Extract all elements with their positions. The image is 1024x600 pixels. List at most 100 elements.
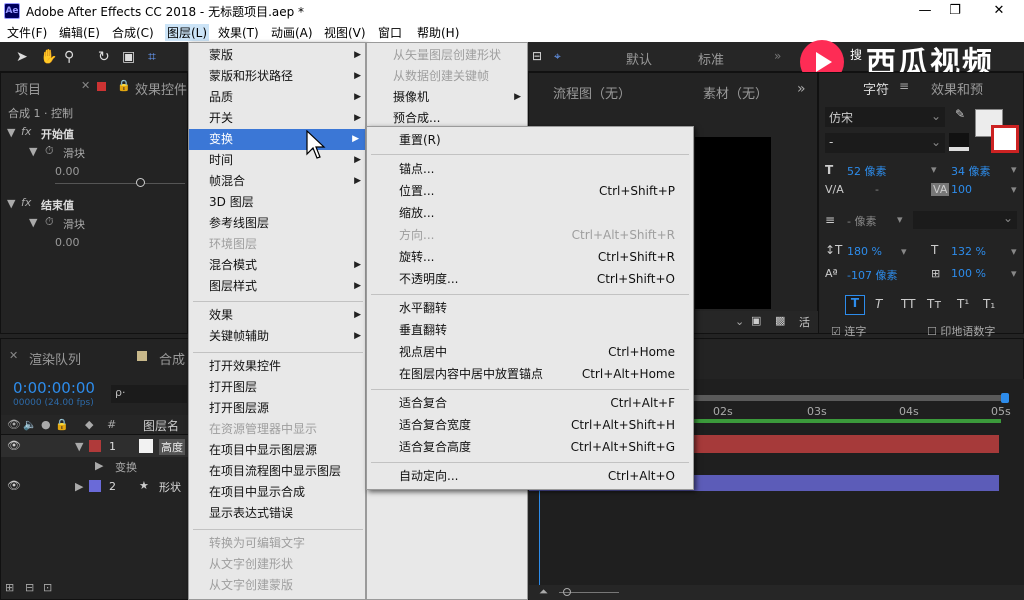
menu-item-transform[interactable]: 变换 ▶ — [189, 129, 365, 150]
tab-character[interactable]: 字符 — [863, 79, 889, 98]
stopwatch-icon[interactable]: ⏱ — [45, 144, 54, 158]
layer-row-1[interactable]: 👁 ▼ 1 高度 — [1, 435, 189, 457]
submenu-item-fit-to-comp-width[interactable]: 适合复合宽度 Ctrl+Alt+Shift+H — [367, 415, 693, 436]
kerning-value[interactable]: - — [875, 183, 879, 196]
submenu-item-fit-to-comp-height[interactable]: 适合复合高度 Ctrl+Alt+Shift+G — [367, 437, 693, 458]
stroke-mode-select[interactable]: ⌄ — [913, 211, 1017, 229]
expand-arrow-icon[interactable]: ▼ — [75, 440, 83, 453]
leading-value[interactable]: 34 像素 — [951, 163, 991, 179]
tab-flowchart[interactable]: 流程图（无） — [553, 83, 631, 102]
zoom-out-icon[interactable]: ⏶ — [539, 585, 548, 599]
menu-item-quality[interactable]: 品质 ▶ — [189, 87, 367, 108]
expand-arrow-icon[interactable]: ▶ — [95, 459, 103, 472]
submenu-item-flip-horizontal[interactable]: 水平翻转 — [367, 298, 693, 319]
slider-value[interactable]: 0.00 — [55, 165, 80, 178]
menu-edit[interactable]: 编辑(E) — [59, 24, 100, 41]
submenu-item-flip-vertical[interactable]: 垂直翻转 — [367, 320, 693, 341]
menu-item-open-effect-controls[interactable]: 打开效果控件 — [189, 356, 367, 377]
menu-item-mask[interactable]: 蒙版 ▶ — [189, 45, 367, 66]
fx-icon[interactable]: fx — [21, 196, 31, 209]
chevron-down-icon[interactable]: ▾ — [1011, 267, 1017, 280]
layer-label-color[interactable] — [89, 440, 101, 452]
grid-toggle-icon[interactable]: ▣ — [751, 314, 761, 327]
chevron-down-icon[interactable]: ▾ — [1011, 183, 1017, 196]
layer-name[interactable]: 形状 — [159, 479, 181, 495]
workspace-standard[interactable]: 标准 — [698, 49, 724, 68]
label-tag-icon[interactable]: ◆ — [85, 418, 93, 431]
menu-item-guide-layer[interactable]: 参考线图层 — [189, 213, 367, 234]
submenu-item-position[interactable]: 位置... Ctrl+Shift+P — [367, 181, 693, 202]
work-area-end-handle[interactable] — [1001, 393, 1009, 403]
menu-item-open-layer[interactable]: 打开图层 — [189, 377, 367, 398]
all-caps-button[interactable]: TT — [901, 297, 915, 311]
menu-item-reveal-source-in-project[interactable]: 在项目中显示图层源 — [189, 440, 367, 461]
eyedropper-icon[interactable]: ✎ — [955, 107, 965, 121]
lock-icon[interactable]: 🔒 — [55, 418, 69, 431]
expand-arrow-icon[interactable]: ▼ — [29, 145, 37, 158]
menu-item-mask-shape-path[interactable]: 蒙版和形状路径 ▶ — [189, 66, 367, 87]
menu-item-blending-mode[interactable]: 混合模式 ▶ — [189, 255, 367, 276]
menu-item-layer-styles[interactable]: 图层样式 ▶ — [189, 276, 367, 297]
expand-arrow-icon[interactable]: ▶ — [75, 480, 83, 493]
menu-item-3d-layer[interactable]: 3D 图层 — [189, 192, 367, 213]
menu-layer[interactable]: 图层(L) — [165, 24, 210, 41]
tab-effects-presets[interactable]: 效果和预 — [931, 79, 983, 98]
minimize-button[interactable]: — — [910, 2, 940, 20]
vertical-scale-value[interactable]: 180 % — [847, 245, 882, 258]
submenu-item-rotation[interactable]: 旋转... Ctrl+Shift+R — [367, 247, 693, 268]
chevron-down-icon[interactable]: ▾ — [1011, 245, 1017, 258]
workspace-more-icon[interactable]: » — [774, 49, 781, 63]
tsume-value[interactable]: 100 % — [951, 267, 986, 280]
subscript-button[interactable]: T₁ — [983, 297, 995, 311]
submenu-item-scale[interactable]: 缩放... — [367, 203, 693, 224]
menu-item-camera[interactable]: 摄像机 ▶ — [367, 87, 527, 108]
chevron-down-icon[interactable]: ▾ — [901, 245, 907, 258]
render-time-icon[interactable]: ⊟ — [25, 581, 34, 594]
zoom-slider-handle[interactable] — [563, 588, 571, 596]
menu-item-keyframe-assistant[interactable]: 关键帧辅助 ▶ — [189, 326, 367, 347]
layer-transform-group[interactable]: ▶ 变换 — [1, 457, 189, 475]
slider-track[interactable] — [55, 183, 185, 184]
menu-file[interactable]: 文件(F) — [7, 24, 47, 41]
expand-arrow-icon[interactable]: ▼ — [7, 197, 15, 210]
menu-effect[interactable]: 效果(T) — [218, 24, 259, 41]
horizontal-scale-value[interactable]: 132 % — [951, 245, 986, 258]
menu-item-reveal-comp-in-project[interactable]: 在项目中显示合成 — [189, 482, 367, 503]
hindi-digits-checkbox[interactable]: ☐ 印地语数字 — [927, 323, 995, 339]
visibility-icon[interactable]: 👁 — [7, 439, 21, 452]
tab-composition[interactable]: 合成 — [159, 349, 185, 368]
tab-footage[interactable]: 素材（无） — [703, 83, 768, 102]
panel-menu-icon[interactable]: ≡ — [899, 79, 909, 93]
audio-toggle-icon[interactable]: 🔈 — [23, 418, 37, 431]
submenu-item-fit-to-comp[interactable]: 适合复合 Ctrl+Alt+F — [367, 393, 693, 414]
faux-italic-button[interactable]: T — [875, 297, 882, 311]
fx-icon[interactable]: fx — [21, 125, 31, 138]
expand-arrow-icon[interactable]: ▼ — [29, 216, 37, 229]
slider-value[interactable]: 0.00 — [55, 236, 80, 249]
ligatures-checkbox[interactable]: ☑ 连字 — [831, 323, 866, 339]
menu-item-reveal-in-flowchart[interactable]: 在项目流程图中显示图层 — [189, 461, 367, 482]
layer-search-input[interactable]: ρ· — [111, 385, 187, 403]
slider-handle[interactable] — [136, 178, 145, 187]
submenu-item-center-anchor-point[interactable]: 在图层内容中居中放置锚点 Ctrl+Alt+Home — [367, 364, 693, 385]
stopwatch-icon[interactable]: ⏱ — [45, 215, 54, 229]
menu-item-switches[interactable]: 开关 ▶ — [189, 108, 367, 129]
menu-item-frame-blending[interactable]: 帧混合 ▶ — [189, 171, 367, 192]
chevron-down-icon[interactable]: ⌄ — [735, 315, 744, 328]
selection-tool-icon[interactable]: ➤ — [16, 49, 28, 65]
menu-window[interactable]: 窗口 — [378, 24, 402, 41]
channel-label[interactable]: 活 — [799, 314, 810, 330]
rotate-tool-icon[interactable]: ↻ — [98, 49, 110, 65]
black-white-swatch[interactable] — [949, 133, 969, 151]
submenu-item-auto-orient[interactable]: 自动定向... Ctrl+Alt+O — [367, 466, 693, 487]
visibility-icon[interactable]: 👁 — [7, 479, 21, 492]
solo-icon[interactable]: ● — [41, 418, 51, 431]
tracking-value[interactable]: 100 — [951, 183, 972, 196]
snap-icon[interactable]: ⊟ — [532, 49, 542, 63]
camera-tool-icon[interactable]: ▣ — [122, 49, 135, 65]
lock-icon[interactable]: 🔒 — [117, 79, 131, 92]
workspace-default[interactable]: 默认 — [626, 49, 652, 68]
baseline-shift-value[interactable]: -107 像素 — [847, 267, 897, 283]
chevron-down-icon[interactable]: ▾ — [931, 163, 937, 176]
tab-render-queue[interactable]: 渲染队列 — [29, 349, 81, 368]
